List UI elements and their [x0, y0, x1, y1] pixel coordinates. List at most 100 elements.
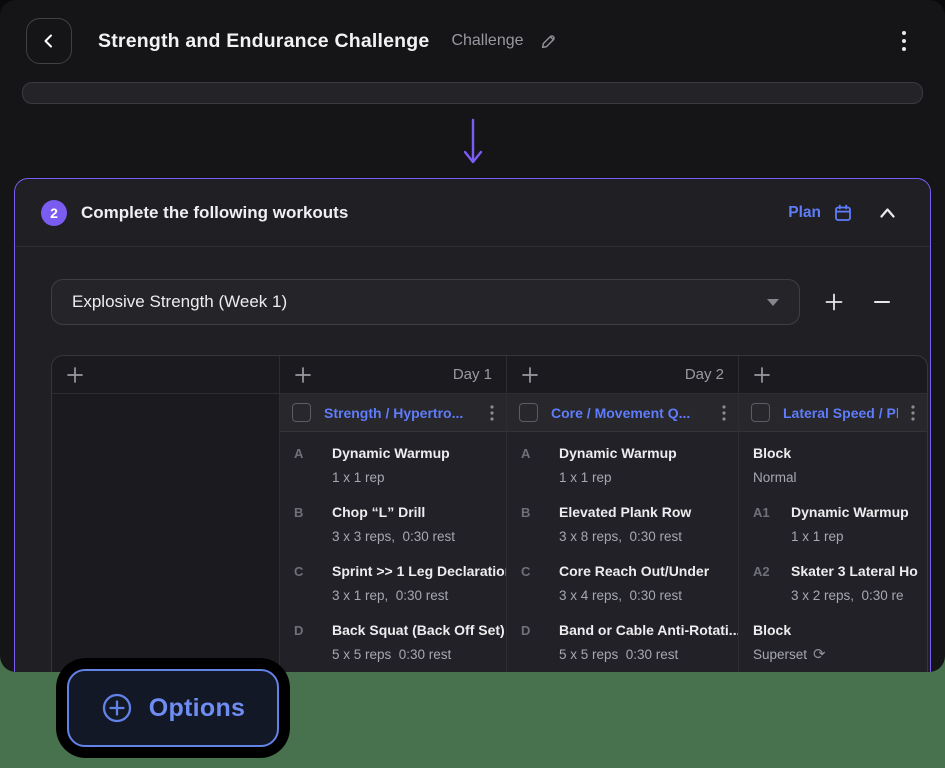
workout-checkbox[interactable] — [519, 403, 538, 422]
options-button-highlight: Options — [56, 658, 290, 758]
workout-card: Core / Movement Q... ADynamic Warmup 1 x 1… — [507, 394, 738, 672]
exercise-detail: 5 x 5 reps 0:30 rest — [559, 646, 738, 663]
workout-title[interactable]: Lateral Speed / Ply — [783, 405, 898, 421]
exercise-detail: 3 x 8 reps, 0:30 rest — [559, 528, 691, 545]
workout-card-header: Strength / Hypertro... — [280, 394, 506, 432]
exercise-tag: A — [521, 445, 559, 486]
exercise-detail: 3 x 4 reps, 0:30 rest — [559, 587, 709, 604]
exercise-tag: B — [521, 504, 559, 545]
board-column: Core / Movement Q... ADynamic Warmup 1 x 1… — [506, 394, 738, 672]
exercise-tag: C — [521, 563, 559, 604]
board-body: Strength / Hypertro...ADynamic Warmup1 x… — [52, 394, 927, 672]
add-workout-plus-icon[interactable] — [294, 366, 312, 384]
remove-week-button[interactable] — [868, 288, 896, 316]
step-title: Complete the following workouts — [81, 203, 348, 223]
options-button[interactable]: Options — [67, 669, 279, 747]
exercise-row[interactable]: BElevated Plank Row 3 x 8 reps, 0:30 rest — [521, 504, 730, 545]
exercise-name: Back Squat (Back Off Set) — [332, 622, 505, 639]
exercise-row[interactable]: CSprint >> 1 Leg Declarations3 x 1 rep, … — [294, 563, 498, 604]
exercise-list: BlockNormal A1Dynamic Warmup1 x 1 rep A2Sk… — [739, 432, 927, 672]
exercise-tag: A2 — [753, 563, 791, 604]
step-body: Explosive Strength (Week 1) Day 1Day 2 S… — [15, 247, 930, 672]
week-select[interactable]: Explosive Strength (Week 1) — [51, 279, 800, 325]
exercise-detail: 3 x 3 reps, 0:30 rest — [332, 528, 455, 545]
exercise-name: Block — [753, 445, 797, 462]
exercise-name: Sprint >> 1 Leg Declarations — [332, 563, 506, 580]
exercise-main: Dynamic Warmup 1 x 1 rep — [332, 445, 450, 486]
exercise-detail: 3 x 2 reps, 0:30 re — [791, 587, 918, 604]
exercise-list: ADynamic Warmup 1 x 1 rep BElevated Plank … — [507, 432, 738, 672]
exercise-row[interactable]: BChop “L” Drill3 x 3 reps, 0:30 rest — [294, 504, 498, 545]
workout-checkbox[interactable] — [751, 403, 770, 422]
workout-menu-kebab-icon[interactable] — [490, 405, 494, 421]
exercise-name: Chop “L” Drill — [332, 504, 455, 521]
exercise-detail: 5 x 5 reps 0:30 rest — [332, 646, 505, 663]
exercise-row[interactable]: ADynamic Warmup 1 x 1 rep — [521, 445, 730, 486]
exercise-tag: D — [294, 622, 332, 663]
exercise-main: BlockSuperset⟳ — [753, 622, 826, 663]
cycle-icon: ⟳ — [813, 646, 826, 663]
plan-link[interactable]: Plan — [788, 203, 853, 223]
workout-card-header: Core / Movement Q... — [507, 394, 738, 432]
add-workout-plus-icon[interactable] — [66, 366, 84, 384]
exercise-list: ADynamic Warmup1 x 1 repBChop “L” Drill3… — [280, 432, 506, 672]
exercise-row[interactable]: CCore Reach Out/Under3 x 4 reps, 0:30 re… — [521, 563, 730, 604]
plus-circle-icon — [101, 692, 133, 724]
exercise-detail: 3 x 1 rep, 0:30 rest — [332, 587, 506, 604]
board-header-cell — [738, 356, 927, 394]
flow-down-arrow-icon — [461, 118, 485, 166]
workout-title[interactable]: Core / Movement Q... — [551, 405, 709, 421]
exercise-tag: A — [294, 445, 332, 486]
exercise-name: Skater 3 Lateral Ho — [791, 563, 918, 580]
workout-card: Strength / Hypertro... ADynamic Warmup 1 x… — [280, 394, 506, 672]
exercise-detail: 1 x 1 rep — [559, 469, 677, 486]
exercise-row[interactable]: DBand or Cable Anti-Rotati...5 x 5 reps … — [521, 622, 730, 663]
workout-menu-kebab-icon[interactable] — [722, 405, 726, 421]
exercise-main: Chop “L” Drill 3 x 3 reps, 0:30 rest — [332, 504, 455, 545]
exercise-detail: Superset⟳ — [753, 646, 826, 663]
options-label: Options — [149, 694, 246, 723]
edit-pencil-icon[interactable] — [540, 33, 557, 50]
add-workout-plus-icon[interactable] — [521, 366, 539, 384]
screen: Strength and Endurance Challenge Challen… — [0, 0, 945, 768]
day-label: Day 2 — [685, 366, 724, 383]
week-selector-row: Explosive Strength (Week 1) — [51, 279, 930, 325]
caret-down-icon — [767, 299, 779, 306]
add-week-button[interactable] — [820, 288, 848, 316]
exercise-row[interactable]: A2Skater 3 Lateral Ho 3 x 2 reps, 0:30 re — [753, 563, 919, 604]
exercise-tag: D — [521, 622, 559, 663]
exercise-tag: C — [294, 563, 332, 604]
back-button[interactable] — [26, 18, 72, 64]
chevron-left-icon — [41, 33, 57, 49]
board-header-cell: Day 2 — [506, 356, 738, 394]
exercise-name: Elevated Plank Row — [559, 504, 691, 521]
collapsed-step-card[interactable] — [22, 82, 923, 104]
step-number-badge: 2 — [41, 200, 67, 226]
app-header: Strength and Endurance Challenge Challen… — [0, 0, 945, 64]
collapse-chevron-up-icon[interactable] — [879, 207, 896, 219]
exercise-name: Dynamic Warmup — [332, 445, 450, 462]
block-row[interactable]: BlockSuperset⟳ — [753, 622, 919, 663]
exercise-name: Band or Cable Anti-Rotati... — [559, 622, 738, 639]
exercise-detail: 1 x 1 rep — [332, 469, 450, 486]
exercise-main: Elevated Plank Row 3 x 8 reps, 0:30 rest — [559, 504, 691, 545]
exercise-tag: A1 — [753, 504, 791, 545]
exercise-row[interactable]: A1Dynamic Warmup1 x 1 rep — [753, 504, 919, 545]
workout-title[interactable]: Strength / Hypertro... — [324, 405, 477, 421]
exercise-row[interactable]: ADynamic Warmup 1 x 1 rep — [294, 445, 498, 486]
workout-board: Day 1Day 2 Strength / Hypertro...ADynami… — [51, 355, 928, 672]
workout-menu-kebab-icon[interactable] — [911, 405, 915, 421]
workout-card: Lateral Speed / Ply BlockNormal A1Dynamic … — [739, 394, 927, 672]
block-row[interactable]: BlockNormal — [753, 445, 919, 486]
exercise-main: Back Squat (Back Off Set) 5 x 5 reps 0:30… — [332, 622, 505, 663]
add-workout-plus-icon[interactable] — [753, 366, 771, 384]
workout-checkbox[interactable] — [292, 403, 311, 422]
challenge-type-label: Challenge — [451, 32, 523, 50]
board-column — [52, 394, 279, 672]
exercise-row[interactable]: DBack Squat (Back Off Set)5 x 5 reps 0:3… — [294, 622, 498, 663]
exercise-name: Dynamic Warmup — [559, 445, 677, 462]
more-menu-icon[interactable] — [901, 30, 907, 52]
board-header-cell — [52, 356, 279, 394]
exercise-main: Sprint >> 1 Leg Declarations 3 x 1 rep, 0… — [332, 563, 506, 604]
step-section: 2 Complete the following workouts Plan E… — [14, 178, 931, 672]
